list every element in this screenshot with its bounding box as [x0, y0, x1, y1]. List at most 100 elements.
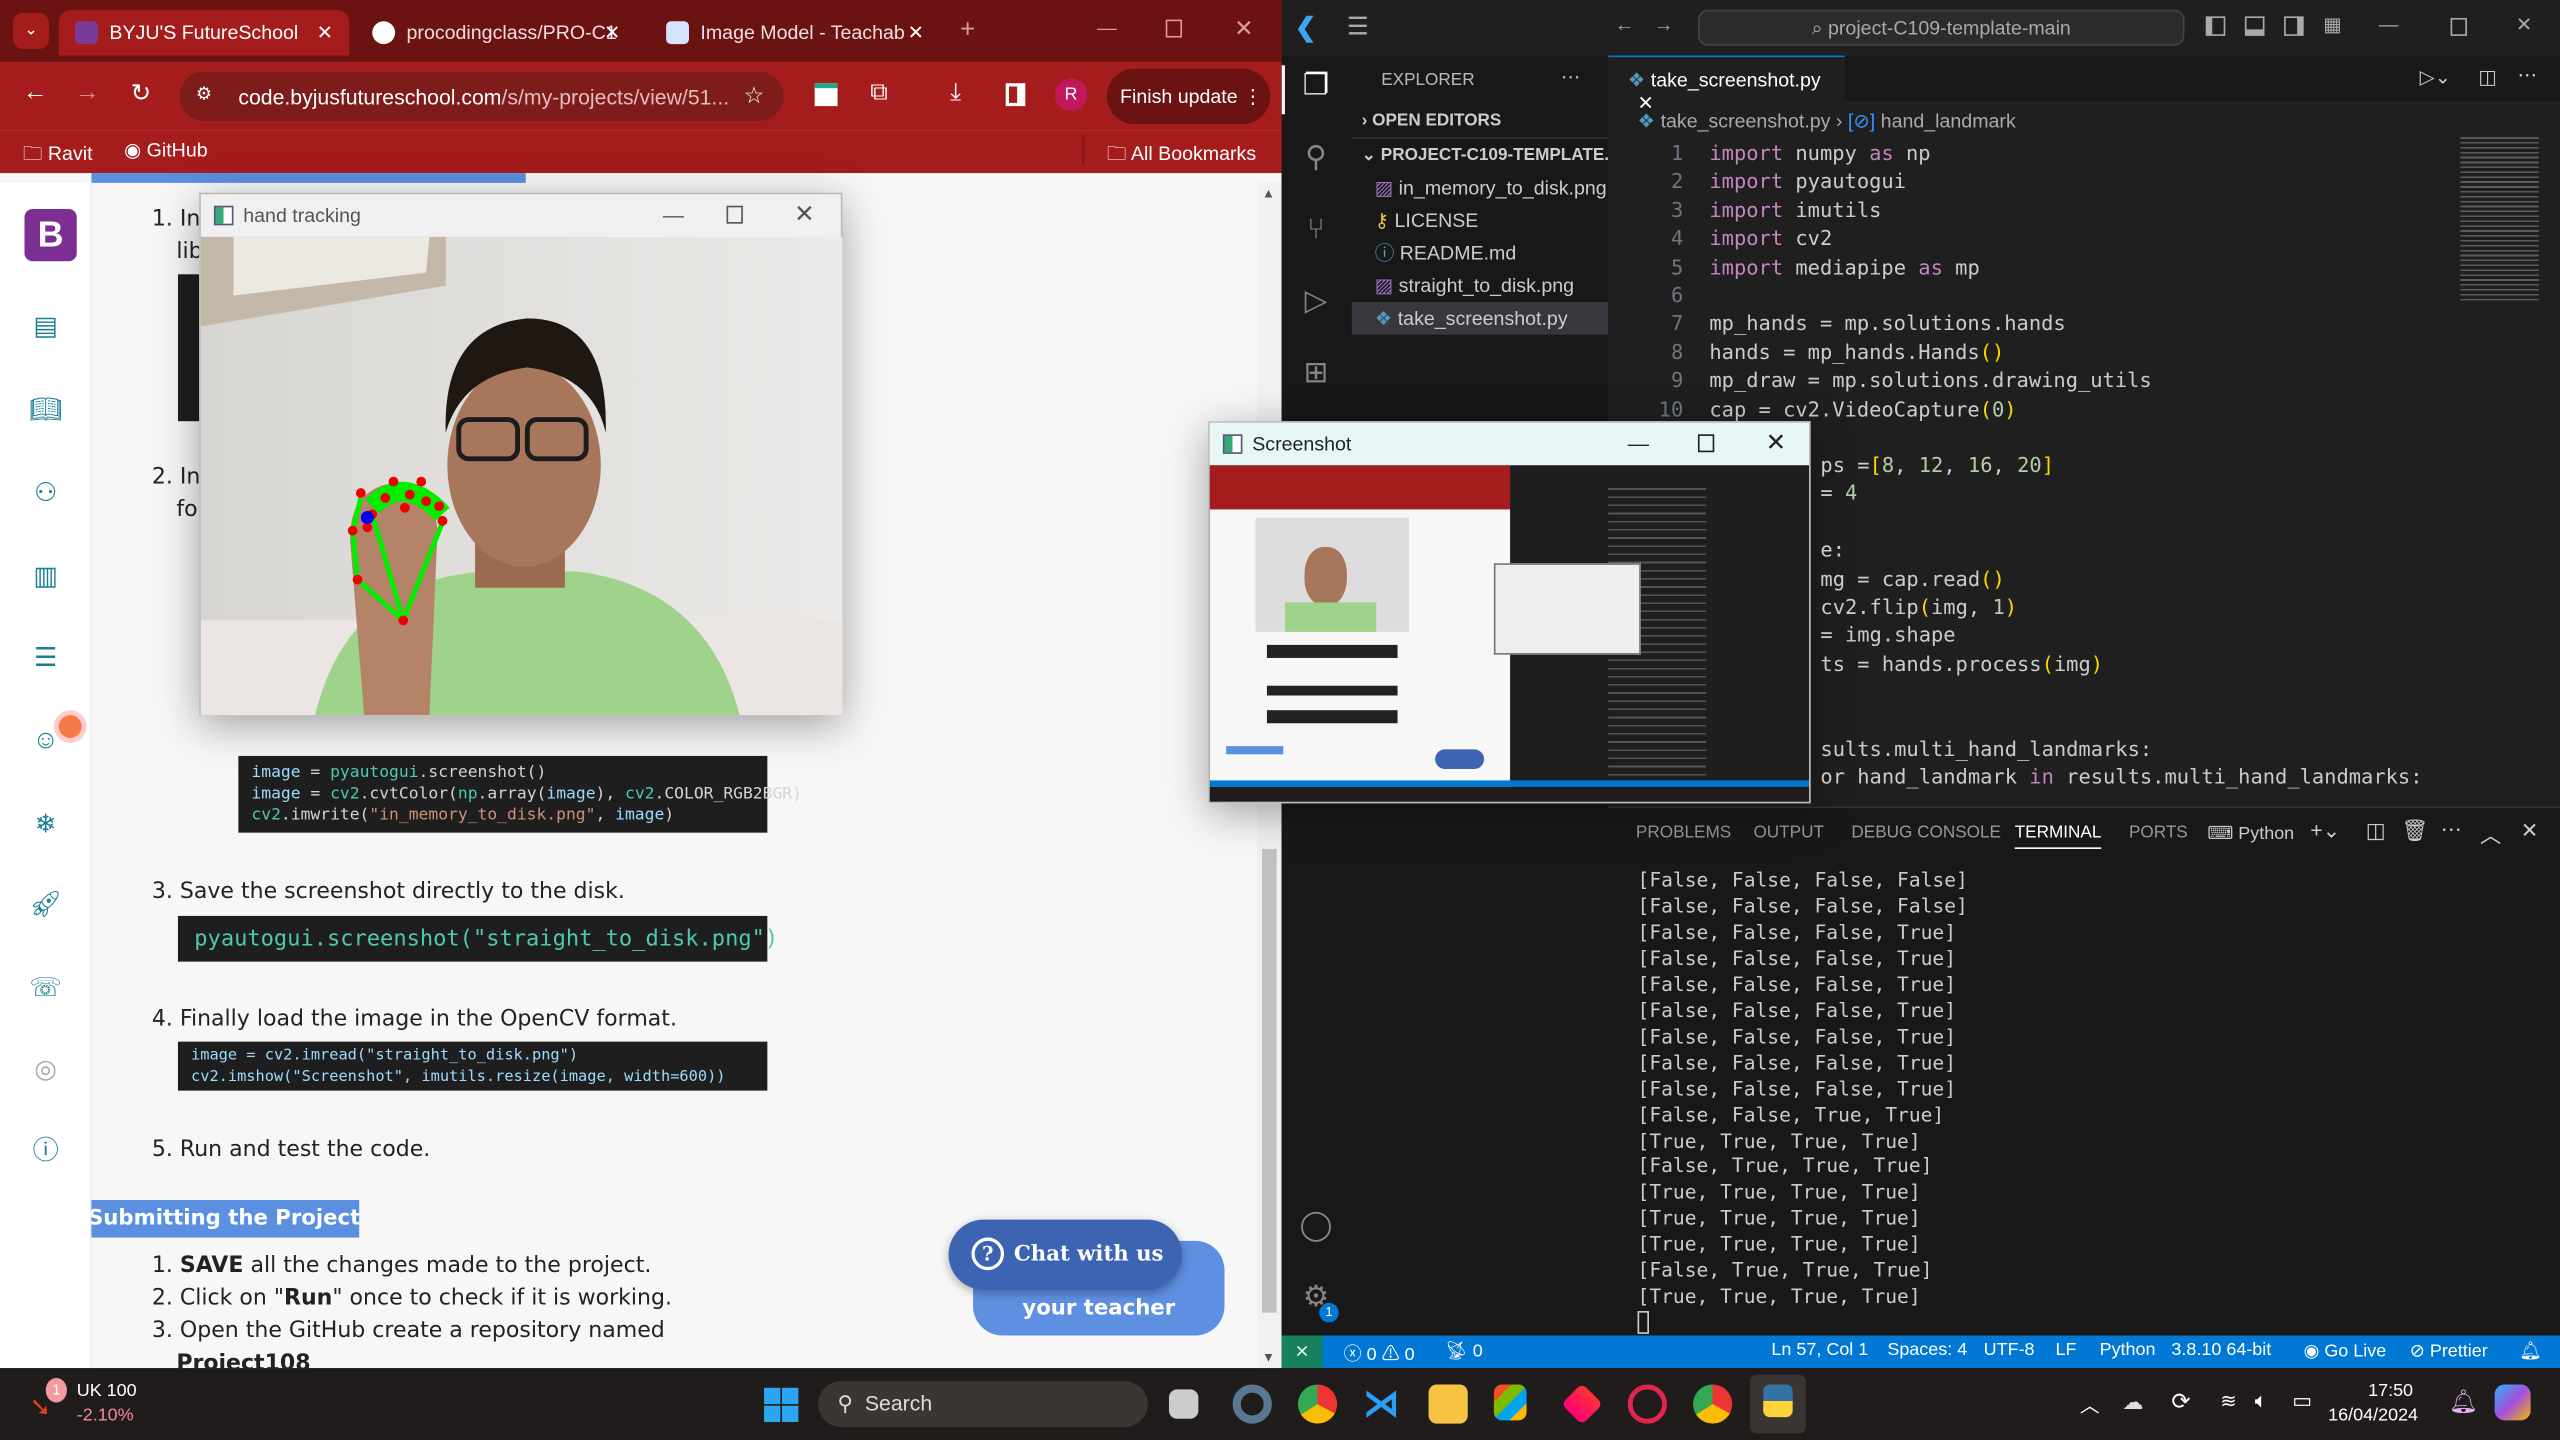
book-icon[interactable]: 📖︎ [28, 393, 64, 429]
settings-app-icon[interactable] [1232, 1384, 1272, 1424]
cursor-position[interactable]: Ln 57, Col 1 [1771, 1340, 1868, 1360]
maximize-button[interactable] [2450, 17, 2467, 36]
wifi-icon[interactable]: ≋ [2220, 1389, 2236, 1412]
minimize-button[interactable]: — [663, 202, 684, 226]
more-actions-icon[interactable]: ⋯ [1561, 65, 1581, 88]
toggle-sidebar-icon[interactable] [2205, 16, 2226, 36]
maximize-panel-icon[interactable]: ︿ [2480, 818, 2501, 849]
python-interpreter[interactable]: 3.8.10 64-bit [2171, 1340, 2271, 1360]
quiz-icon[interactable]: ⚇ [28, 477, 64, 513]
tab-problems[interactable]: PROBLEMS [1636, 823, 1731, 843]
split-editor-icon[interactable]: ◫ [2478, 65, 2497, 88]
window-titlebar[interactable]: Screenshot — ✕ [1209, 422, 1809, 466]
tab-teachable[interactable]: Image Model - Teachab ✕ [650, 10, 941, 56]
open-editors-section[interactable]: › OPEN EDITORS [1352, 104, 1608, 137]
app-diamond-icon[interactable] [1561, 1383, 1603, 1425]
all-bookmarks[interactable]: 🗀 All Bookmarks [1107, 139, 1256, 173]
more-actions-icon[interactable]: ⋯ [2518, 64, 2538, 87]
profile-icon[interactable]: ◎ [28, 1053, 64, 1089]
tab-output[interactable]: OUTPUT [1753, 823, 1823, 843]
extensions-icon[interactable]: ⊞ [1296, 356, 1335, 395]
address-bar[interactable]: ⚙ code.byjusfutureschool.com/s/my-projec… [179, 71, 784, 121]
nav-back-icon[interactable]: ← [1615, 13, 1635, 36]
sync-icon[interactable]: ⟳ [2171, 1388, 2190, 1416]
document-icon[interactable]: ☰ [28, 642, 64, 678]
file-straight-to-disk[interactable]: ▨ straight_to_disk.png [1352, 269, 1608, 302]
maximize-button[interactable] [726, 205, 743, 224]
file-take-screenshot[interactable]: ❖ take_screenshot.py [1351, 302, 1609, 335]
layout-icon[interactable]: ▦ [2323, 13, 2342, 36]
finish-update-button[interactable]: Finish update ⋮ [1106, 68, 1271, 125]
forward-icon[interactable]: → [75, 78, 99, 106]
show-hidden-icons[interactable]: ︿ [2080, 1391, 2100, 1419]
back-icon[interactable]: ← [23, 78, 47, 106]
close-panel-icon[interactable]: ✕ [2521, 818, 2539, 844]
minimize-button[interactable]: — [1097, 16, 1117, 39]
stock-widget-icon[interactable]: ➘ 1 [29, 1377, 67, 1422]
side-panel-icon[interactable] [1005, 83, 1026, 107]
trash-icon[interactable]: 🗑︎ [2402, 818, 2429, 844]
minimap[interactable] [2460, 137, 2539, 301]
nav-forward-icon[interactable]: → [1654, 13, 1674, 36]
bookmark-star-icon[interactable]: ☆ [744, 82, 765, 110]
split-terminal-icon[interactable]: ◫ [2366, 818, 2386, 844]
remote-icon[interactable]: ⨯ [1281, 1335, 1323, 1369]
bookmark-github[interactable]: ◉ GitHub [124, 139, 208, 162]
notification-bell-icon[interactable]: 🔔︎ [2449, 1388, 2478, 1416]
run-debug-icon[interactable]: ▷ [1296, 284, 1335, 323]
terminal-selector[interactable]: ⌨ Python [2207, 823, 2294, 844]
ms-store-icon[interactable] [1493, 1384, 1527, 1421]
tab-terminal[interactable]: TERMINAL [2014, 823, 2102, 849]
project-folder[interactable]: ⌄ PROJECT-C109-TEMPLATE... [1352, 139, 1619, 172]
minimize-button[interactable]: — [2379, 13, 2399, 36]
encoding[interactable]: UTF-8 [1984, 1340, 2035, 1360]
minimize-button[interactable]: — [1628, 431, 1649, 455]
start-button[interactable] [764, 1387, 799, 1423]
taskbar-search[interactable]: ⚲ Search [817, 1381, 1148, 1427]
volume-icon[interactable]: 🔈︎ [2255, 1388, 2268, 1414]
breadcrumb[interactable]: ❖ take_screenshot.py › [⊘] hand_landmark [1638, 109, 2016, 132]
line-ending[interactable]: LF [2056, 1340, 2077, 1360]
info-icon[interactable]: ⓘ [28, 1135, 64, 1171]
prettier-status[interactable]: ⊘ Prettier [2410, 1340, 2488, 1362]
clock-date[interactable]: 16/04/2024 [2328, 1406, 2418, 1426]
maximize-button[interactable] [1697, 434, 1715, 453]
extension-icon[interactable] [814, 83, 838, 107]
clock-time[interactable]: 17:50 [2338, 1381, 2413, 1401]
dashboard-icon[interactable]: ▤ [28, 310, 64, 346]
toggle-secondary-sidebar-icon[interactable] [2284, 16, 2304, 36]
python-app-active[interactable] [1750, 1374, 1806, 1434]
command-center-search[interactable]: ⌕ project-C109-template-main [1697, 9, 2185, 46]
problems-status[interactable]: ⓧ 0 ⚠ 0 [1344, 1340, 1415, 1366]
download-icon[interactable]: ⤓ [950, 78, 961, 106]
close-icon[interactable]: ✕ [317, 21, 333, 44]
editor-tab[interactable]: ❖ take_screenshot.py ✕ [1608, 55, 1845, 114]
stock-ticker[interactable]: UK 100 [77, 1381, 137, 1401]
extensions-puzzle-icon[interactable]: ⧉ [870, 78, 888, 106]
chrome-profile-2-icon[interactable] [1693, 1384, 1733, 1424]
tab-search-button[interactable]: ⌄ [13, 13, 49, 49]
close-button[interactable]: ✕ [2516, 13, 2532, 36]
window-titlebar[interactable]: hand tracking — ✕ [201, 194, 841, 236]
profile-avatar[interactable]: R [1054, 78, 1088, 112]
copilot-icon[interactable] [2494, 1384, 2531, 1421]
snowflake-icon[interactable]: ❄ [28, 808, 64, 844]
maximize-button[interactable] [1165, 19, 1183, 38]
run-python-icon[interactable]: ▷⌄ [2420, 65, 2452, 88]
task-view-icon[interactable] [1168, 1389, 1199, 1419]
opera-icon[interactable] [1627, 1384, 1667, 1424]
file-explorer-icon[interactable] [1428, 1384, 1468, 1424]
onedrive-icon[interactable]: ☁ [2122, 1389, 2143, 1415]
tab-debug-console[interactable]: DEBUG CONSOLE [1851, 823, 2001, 843]
close-icon[interactable]: ✕ [908, 21, 924, 44]
tab-byjus[interactable]: BYJU'S FutureSchool ✕ [58, 9, 350, 56]
new-terminal-icon[interactable]: +⌄ [2310, 818, 2340, 844]
close-window-button[interactable]: ✕ [1234, 15, 1253, 43]
support-icon[interactable]: ☏ [28, 971, 64, 1007]
chrome-app-icon[interactable] [1297, 1384, 1338, 1424]
file-in-memory-to-disk[interactable]: ▨ in_memory_to_disk.png [1352, 171, 1608, 204]
toggle-panel-icon[interactable] [2244, 16, 2265, 36]
explorer-icon[interactable]: ❐ [1296, 69, 1335, 108]
ports-status[interactable]: 📡︎ 0 [1445, 1340, 1483, 1362]
menu-icon[interactable]: ☰ [1347, 11, 1369, 41]
